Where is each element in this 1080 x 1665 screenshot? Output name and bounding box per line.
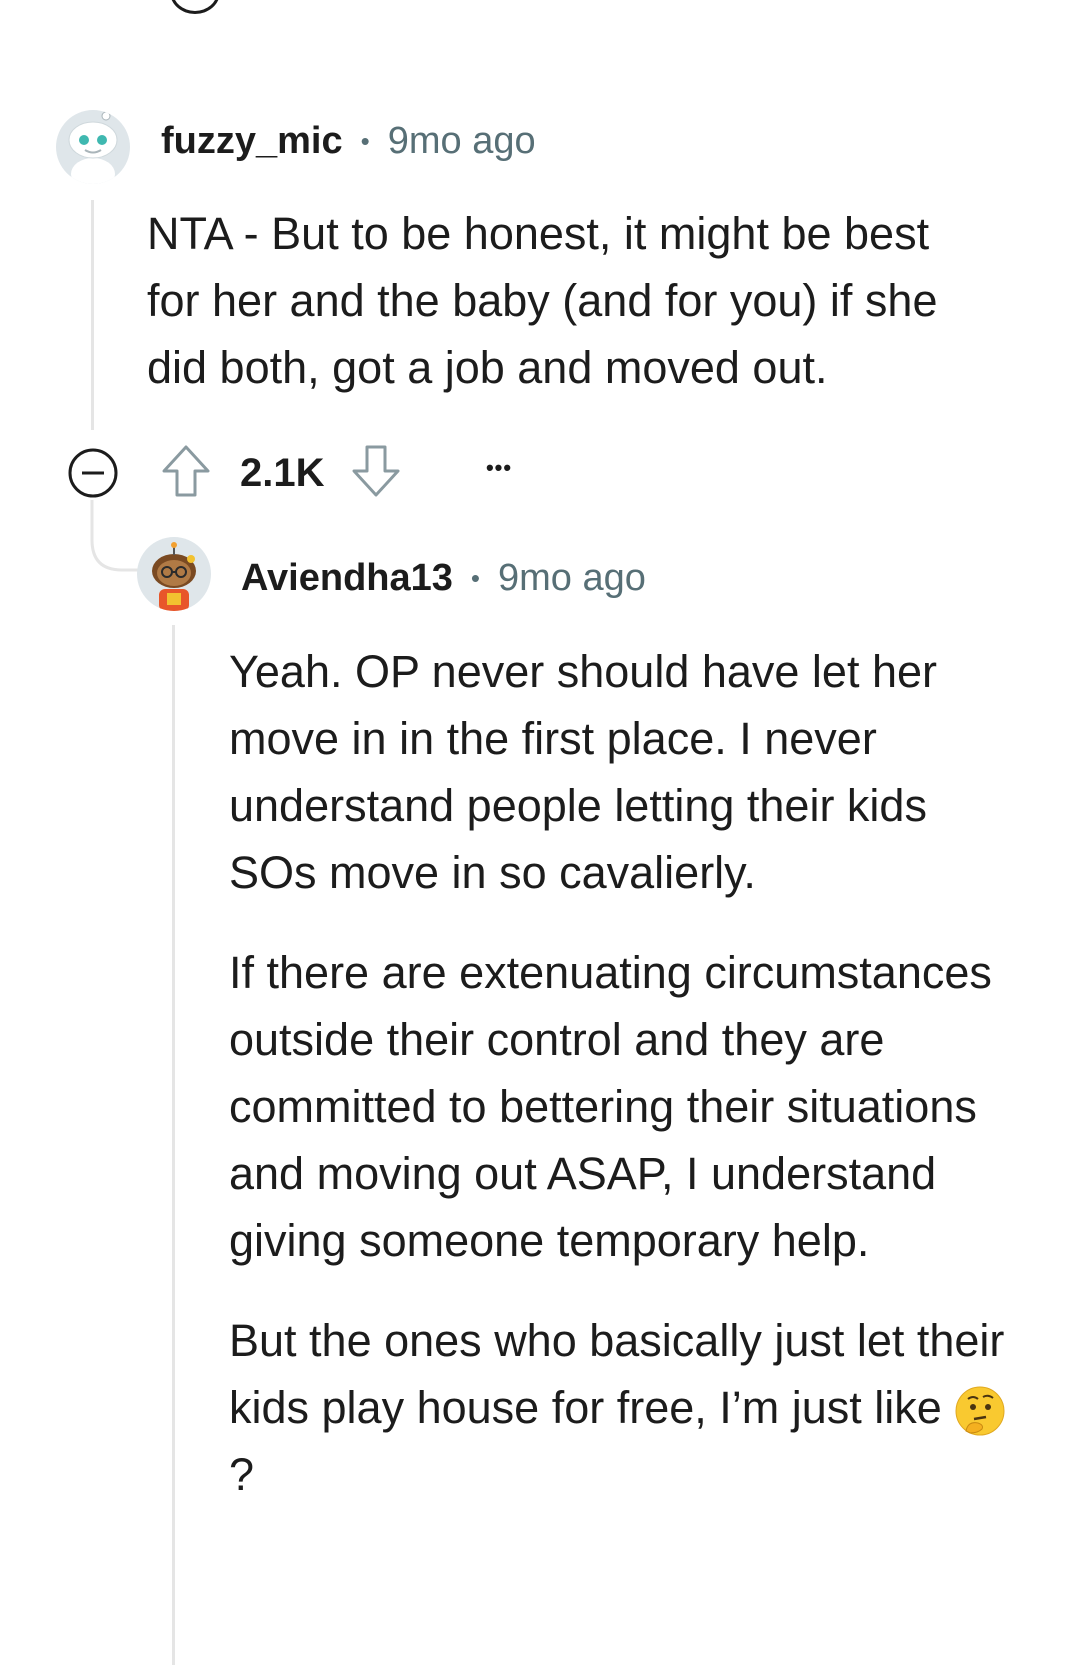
downvote-arrow-icon bbox=[352, 445, 400, 497]
upvote-button[interactable] bbox=[160, 443, 212, 499]
comment-paragraph-last: But the ones who basically just let thei… bbox=[229, 1307, 1009, 1508]
collapse-minus-icon bbox=[68, 448, 118, 498]
avatar[interactable] bbox=[56, 110, 130, 184]
thread-line[interactable] bbox=[172, 625, 175, 1665]
emoji-suffix: ? bbox=[229, 1449, 255, 1500]
username[interactable]: fuzzy_mic bbox=[161, 120, 343, 163]
timestamp: 9mo ago bbox=[387, 119, 536, 162]
comment-paragraph: NTA - But to be honest, it might be best… bbox=[147, 208, 938, 393]
more-options-button[interactable]: ••• bbox=[474, 444, 524, 492]
meta-separator: • bbox=[470, 562, 481, 593]
paragraph-spacer bbox=[229, 1274, 1009, 1307]
downvote-button[interactable] bbox=[350, 443, 402, 499]
vote-score: 2.1K bbox=[240, 451, 325, 495]
thread-line[interactable] bbox=[91, 200, 94, 430]
comment-body: NTA - But to be honest, it might be best… bbox=[147, 200, 987, 401]
comment-paragraph: Yeah. OP never should have let her move … bbox=[229, 646, 938, 898]
avatar[interactable] bbox=[137, 537, 211, 611]
comment-paragraph-text: But the ones who basically just let thei… bbox=[229, 1315, 1005, 1433]
meta-separator: • bbox=[360, 125, 370, 156]
timestamp: 9mo ago bbox=[498, 556, 646, 599]
snoo-avatar-icon bbox=[68, 111, 118, 184]
collapse-button-partial[interactable] bbox=[170, 0, 220, 14]
collapse-button[interactable] bbox=[67, 447, 119, 499]
comment-body: Yeah. OP never should have let her move … bbox=[229, 638, 1009, 1508]
thinking-face-emoji bbox=[954, 1385, 1006, 1437]
comment-paragraph: If there are extenuating circumstances o… bbox=[229, 947, 992, 1266]
paragraph-spacer bbox=[229, 906, 1009, 939]
username[interactable]: Aviendha13 bbox=[241, 557, 453, 600]
upvote-arrow-icon bbox=[162, 445, 210, 497]
more-options-icon: ••• bbox=[485, 455, 513, 480]
custom-avatar-icon bbox=[152, 542, 196, 611]
